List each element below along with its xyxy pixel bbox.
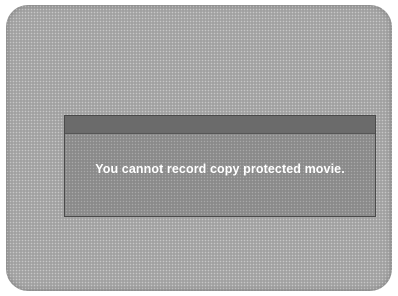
dialog-title-bar: [65, 116, 375, 134]
tv-screen: You cannot record copy protected movie.: [6, 5, 392, 291]
dialog-message-text: You cannot record copy protected movie.: [95, 162, 345, 176]
message-dialog: You cannot record copy protected movie.: [64, 115, 376, 217]
